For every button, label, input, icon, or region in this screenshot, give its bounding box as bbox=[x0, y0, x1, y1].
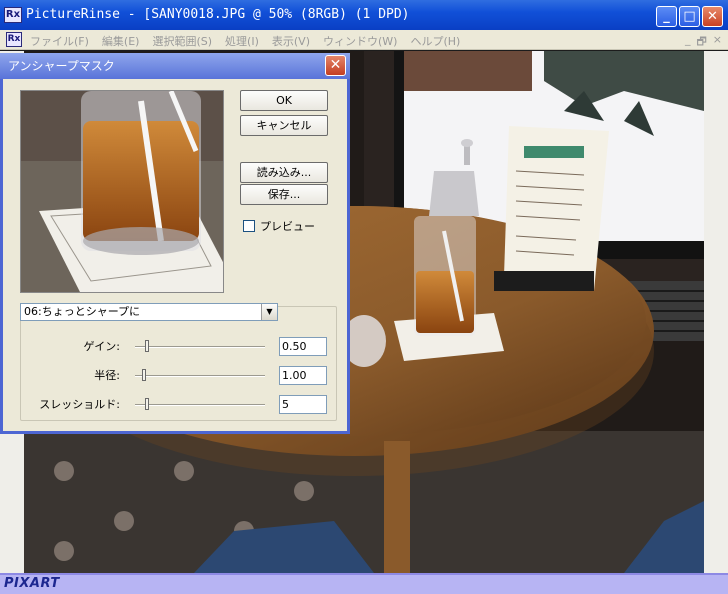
document-icon[interactable]: Rx bbox=[6, 32, 22, 47]
gain-slider[interactable] bbox=[135, 346, 265, 348]
preview-option[interactable]: プレビュー bbox=[243, 218, 315, 234]
radius-slider-thumb[interactable] bbox=[141, 369, 146, 381]
cancel-button[interactable]: キャンセル bbox=[240, 115, 328, 136]
gain-input[interactable]: 0.50 bbox=[279, 337, 327, 356]
menu-edit[interactable]: 編集(E) bbox=[102, 33, 140, 49]
menu-bar: Rx ファイル(F) 編集(E) 選択範囲(S) 処理(I) 表示(V) ウィン… bbox=[0, 30, 728, 50]
preview-label: プレビュー bbox=[260, 220, 315, 233]
mdi-minimize-icon[interactable]: _ bbox=[685, 33, 691, 52]
dialog-close-button[interactable]: ✕ bbox=[325, 55, 346, 76]
dialog-title: アンシャープマスク bbox=[0, 53, 350, 79]
mdi-restore-icon[interactable]: 🗗 bbox=[696, 33, 706, 52]
threshold-slider[interactable] bbox=[135, 404, 265, 406]
radius-row: 半径: 1.00 bbox=[20, 366, 337, 386]
brand-logo: PIXART bbox=[4, 576, 60, 591]
gain-row: ゲイン: 0.50 bbox=[20, 337, 337, 357]
menu-window[interactable]: ウィンドウ(W) bbox=[323, 33, 397, 49]
gain-slider-thumb[interactable] bbox=[145, 340, 150, 352]
title-bar: Rx PictureRinse - [SANY0018.JPG @ 50% (8… bbox=[0, 0, 728, 30]
radius-input[interactable]: 1.00 bbox=[279, 366, 327, 385]
chevron-down-icon[interactable]: ▼ bbox=[261, 304, 277, 320]
threshold-label: スレッショルド: bbox=[39, 398, 120, 411]
menu-view[interactable]: 表示(V) bbox=[272, 33, 310, 49]
window-title: PictureRinse - [SANY0018.JPG @ 50% (8RGB… bbox=[26, 7, 410, 22]
menu-select[interactable]: 選択範囲(S) bbox=[152, 33, 212, 49]
threshold-row: スレッショルド: 5 bbox=[20, 395, 337, 415]
app-icon[interactable]: Rx bbox=[4, 7, 22, 23]
vertical-scrollbar[interactable] bbox=[706, 51, 724, 573]
mdi-close-icon[interactable]: × bbox=[713, 33, 722, 52]
status-bar: PIXART bbox=[0, 573, 728, 594]
preview-checkbox[interactable] bbox=[243, 220, 255, 232]
ok-button[interactable]: OK bbox=[240, 90, 328, 111]
load-button[interactable]: 読み込み... bbox=[240, 162, 328, 183]
threshold-slider-thumb[interactable] bbox=[145, 398, 150, 410]
menu-file[interactable]: ファイル(F) bbox=[30, 33, 89, 49]
unsharp-mask-dialog: アンシャープマスク ✕ OK キャンセル 読み込み... 保存... プレビュー… bbox=[0, 53, 350, 434]
menu-help[interactable]: ヘルプ(H) bbox=[410, 33, 460, 49]
threshold-input[interactable]: 5 bbox=[279, 395, 327, 414]
menu-process[interactable]: 処理(I) bbox=[225, 33, 259, 49]
preset-dropdown[interactable]: 06:ちょっとシャープに ▼ bbox=[20, 303, 278, 321]
preview-thumbnail[interactable] bbox=[20, 90, 224, 293]
close-button[interactable]: ✕ bbox=[702, 6, 723, 27]
gain-label: ゲイン: bbox=[83, 340, 121, 353]
radius-slider[interactable] bbox=[135, 375, 265, 377]
preset-value: 06:ちょっとシャープに bbox=[24, 305, 141, 318]
minimize-button[interactable]: _ bbox=[656, 6, 677, 27]
maximize-button[interactable]: □ bbox=[679, 6, 700, 27]
save-button[interactable]: 保存... bbox=[240, 184, 328, 205]
radius-label: 半径: bbox=[94, 369, 120, 382]
